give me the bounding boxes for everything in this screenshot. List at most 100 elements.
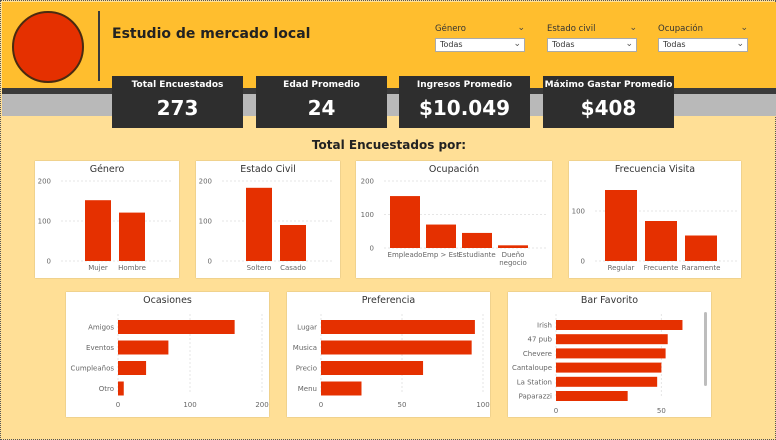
chevron-down-icon[interactable]: ⌄ <box>517 23 525 33</box>
filter-value: Todas <box>663 40 686 49</box>
x-tick-label: Casado <box>280 264 306 272</box>
filter-select[interactable]: Todas ⌄ <box>435 38 525 52</box>
x-tick-label: Mujer <box>88 264 108 272</box>
y-tick-label: Musica <box>293 344 317 352</box>
kpi-label: Total Encuestados <box>131 80 224 90</box>
x-tick-label: 200 <box>255 401 268 409</box>
bar[interactable] <box>321 381 362 396</box>
kpi-card: Máximo Gastar Promedio $408 <box>543 76 674 128</box>
filter-value: Todas <box>440 40 463 49</box>
bar[interactable] <box>556 334 668 345</box>
kpi-label: Edad Promedio <box>283 80 360 90</box>
bar[interactable] <box>119 212 145 261</box>
bar[interactable] <box>280 225 306 261</box>
y-tick-label: 0 <box>581 258 585 266</box>
kpi-value: 24 <box>307 96 336 120</box>
x-tick-label: Empleado <box>388 251 423 259</box>
bar[interactable] <box>321 320 475 334</box>
filter-estado-civil[interactable]: Estado civil ⌄ Todas ⌄ <box>547 23 637 52</box>
chart-card-bar-favorito: Bar Favorito 0 50 Irish 47 pub Chevere Cantal… <box>508 292 711 417</box>
bar[interactable] <box>556 362 662 373</box>
chart-card-ocasiones: Ocasiones 0 100 200 Amigos Eventos Cumpleaños… <box>66 292 269 417</box>
bar[interactable] <box>462 232 492 248</box>
filter-label: Género <box>435 24 466 34</box>
y-tick-label: 0 <box>47 258 51 266</box>
y-tick-label: Paparazzi <box>519 393 552 401</box>
dashboard-canvas: Estudio de mercado local Género ⌄ Todas ⌄… <box>0 0 776 440</box>
kpi-value: $408 <box>580 96 637 120</box>
kpi-value: 273 <box>156 96 199 120</box>
chevron-down-icon[interactable]: ⌄ <box>740 23 748 33</box>
y-tick-label: 0 <box>370 245 374 253</box>
bar[interactable] <box>426 224 456 248</box>
bar[interactable] <box>85 200 111 261</box>
y-tick-label: 100 <box>38 218 51 226</box>
header-divider <box>98 11 100 81</box>
bar[interactable] <box>556 376 658 387</box>
bar[interactable] <box>118 320 235 334</box>
page-title: Estudio de mercado local <box>112 26 311 42</box>
x-tick-label: negocio <box>499 259 527 267</box>
chart-card-preferencia: Preferencia 0 50 100 Lugar Musica Precio Menu <box>287 292 490 417</box>
y-tick-label: 200 <box>361 178 374 186</box>
bar[interactable] <box>118 340 169 355</box>
filter-ocupacion[interactable]: Ocupación ⌄ Todas ⌄ <box>658 23 748 52</box>
filter-select[interactable]: Todas ⌄ <box>658 38 748 52</box>
y-tick-label: 0 <box>208 258 212 266</box>
section-title: Total Encuestados por: <box>311 138 467 152</box>
bar[interactable] <box>605 190 637 261</box>
chart-card-frecuencia: Frecuencia Visita 0 100 Regular Frecuente Ra… <box>569 161 741 278</box>
x-tick-label: Raramente <box>682 264 721 272</box>
y-tick-label: 200 <box>38 178 51 186</box>
chevron-down-icon: ⌄ <box>625 39 633 49</box>
kpi-card: Edad Promedio 24 <box>256 76 387 128</box>
x-tick-label: 0 <box>554 407 558 415</box>
kpi-card: Total Encuestados 273 <box>112 76 243 128</box>
bar[interactable] <box>321 361 424 375</box>
x-tick-label: 100 <box>183 401 196 409</box>
bar[interactable] <box>685 235 717 262</box>
x-tick-label: 50 <box>398 401 407 409</box>
y-tick-label: Cantaloupe <box>512 364 552 372</box>
kpi-label: Máximo Gastar Promedio <box>544 80 673 90</box>
chart-svg: 0 100 200 Mujer Hombre <box>38 178 173 272</box>
bar[interactable] <box>390 196 420 248</box>
x-tick-label: Estudiante <box>458 251 495 259</box>
kpi-card: Ingresos Promedio $10.049 <box>399 76 530 128</box>
logo <box>12 11 84 83</box>
bar[interactable] <box>498 245 528 248</box>
y-tick-label: 100 <box>199 218 212 226</box>
bar[interactable] <box>321 340 472 355</box>
x-tick-label: 0 <box>319 401 323 409</box>
y-tick-label: Precio <box>296 365 317 373</box>
x-tick-label: Dueño <box>502 251 525 259</box>
bar[interactable] <box>118 381 124 396</box>
filter-genero[interactable]: Género ⌄ Todas ⌄ <box>435 23 525 52</box>
bar[interactable] <box>556 320 683 330</box>
chart-svg: 0 100 200 Soltero Casado <box>199 178 334 272</box>
y-tick-label: Lugar <box>297 324 317 332</box>
y-tick-label: Irish <box>537 322 552 330</box>
y-tick-label: Otro <box>99 385 114 393</box>
chart-svg: 0 100 200 Empleado Emp > EstEstudiante Dueñon… <box>361 178 548 267</box>
y-tick-label: Cumpleaños <box>71 365 115 373</box>
y-tick-label: 100 <box>572 208 585 216</box>
x-tick-label: 100 <box>476 401 489 409</box>
filter-select[interactable]: Todas ⌄ <box>547 38 637 52</box>
x-tick-label: Regular <box>608 264 635 272</box>
chart-card-ocupacion: Ocupación 0 100 200 Empleado Emp > Est Estudi… <box>356 161 552 278</box>
y-tick-label: 200 <box>199 178 212 186</box>
bar[interactable] <box>556 391 628 401</box>
bar[interactable] <box>645 221 677 261</box>
x-tick-label: Emp > Est <box>423 251 460 259</box>
bar[interactable] <box>246 187 272 261</box>
chevron-down-icon[interactable]: ⌄ <box>629 23 637 33</box>
scrollbar[interactable] <box>704 312 707 386</box>
x-tick-label: 0 <box>116 401 120 409</box>
chart-svg: 0 50 100 Lugar Musica Precio Menu <box>293 314 490 409</box>
bar[interactable] <box>556 348 666 359</box>
bar[interactable] <box>118 361 147 375</box>
x-tick-label: 50 <box>657 407 666 415</box>
chevron-down-icon: ⌄ <box>513 39 521 49</box>
y-tick-label: 100 <box>361 211 374 219</box>
